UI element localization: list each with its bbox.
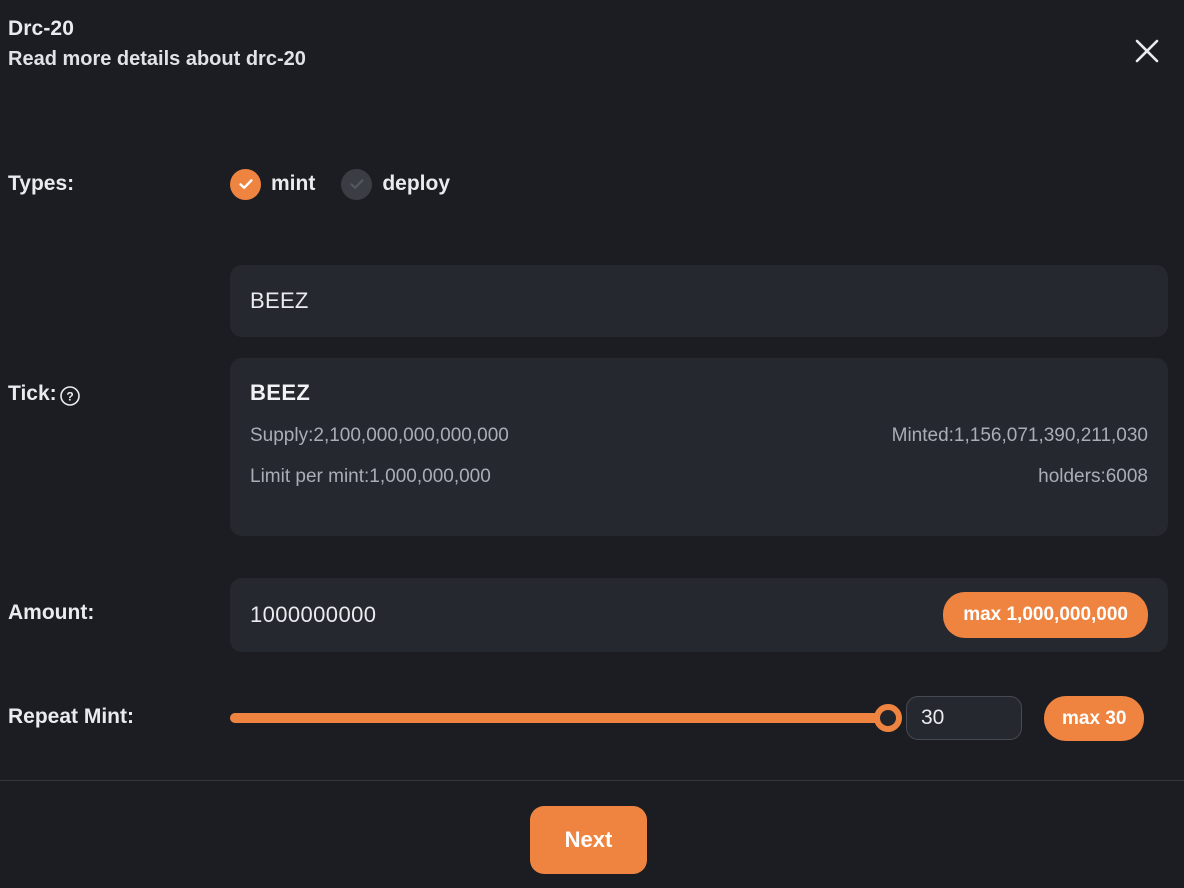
svg-text:?: ? bbox=[66, 389, 73, 403]
tick-stats-row-1: Supply:2,100,000,000,000,000 Minted:1,15… bbox=[250, 425, 1148, 447]
tick-stat-supply: Supply:2,100,000,000,000,000 bbox=[250, 425, 509, 446]
type-option-mint[interactable]: mint bbox=[230, 168, 316, 200]
tick-stat-minted: Minted:1,156,071,390,211,030 bbox=[891, 425, 1148, 446]
page-title: Drc-20 bbox=[8, 17, 74, 40]
tick-card-name: BEEZ bbox=[250, 380, 311, 405]
types-label: Types: bbox=[8, 172, 75, 195]
modal-header: Drc-20 Read more details about drc-20 bbox=[8, 16, 1088, 72]
tick-info-card[interactable]: BEEZ Supply:2,100,000,000,000,000 Minted… bbox=[230, 358, 1168, 536]
check-circle-icon-deploy[interactable] bbox=[341, 168, 373, 200]
repeat-mint-label: Repeat Mint: bbox=[8, 705, 134, 728]
check-circle-icon-mint[interactable] bbox=[230, 168, 261, 200]
tick-search-input[interactable]: BEEZ bbox=[230, 265, 1168, 337]
amount-input-value[interactable]: 1000000000 bbox=[250, 602, 943, 628]
types-options: mint deploy bbox=[230, 168, 451, 200]
tick-label-group: Tick: ? bbox=[8, 382, 81, 406]
slider-fill bbox=[230, 713, 888, 723]
tick-stat-holders: holders:6008 bbox=[1038, 466, 1148, 487]
amount-label: Amount: bbox=[8, 601, 95, 624]
tick-stats-row-2: Limit per mint:1,000,000,000 holders:600… bbox=[250, 466, 1148, 488]
drc20-modal: Drc-20 Read more details about drc-20 Ty… bbox=[0, 0, 1184, 888]
close-button[interactable] bbox=[1128, 32, 1166, 70]
next-button[interactable]: Next bbox=[530, 806, 647, 874]
tick-search-value: BEEZ bbox=[250, 288, 309, 313]
page-subtitle: Read more details about drc-20 bbox=[8, 48, 306, 70]
tick-label: Tick: bbox=[8, 382, 57, 405]
tick-stat-limit-per-mint: Limit per mint:1,000,000,000 bbox=[250, 466, 491, 487]
question-mark-circle-icon[interactable]: ? bbox=[59, 385, 81, 407]
type-label-deploy: deploy bbox=[382, 172, 451, 195]
type-label-mint: mint bbox=[271, 172, 316, 195]
repeat-mint-max-button[interactable]: max 30 bbox=[1044, 696, 1145, 741]
amount-field[interactable]: 1000000000 max 1,000,000,000 bbox=[230, 578, 1168, 652]
repeat-mint-slider[interactable] bbox=[230, 700, 902, 736]
types-row: Types: mint deploy bbox=[8, 166, 1168, 202]
slider-thumb[interactable] bbox=[874, 704, 902, 732]
close-icon bbox=[1133, 37, 1161, 65]
footer-divider bbox=[0, 780, 1184, 781]
type-option-deploy[interactable]: deploy bbox=[341, 168, 451, 200]
repeat-mint-input[interactable]: 30 bbox=[906, 696, 1022, 740]
amount-max-button[interactable]: max 1,000,000,000 bbox=[943, 592, 1148, 638]
repeat-mint-input-value[interactable]: 30 bbox=[921, 706, 944, 730]
